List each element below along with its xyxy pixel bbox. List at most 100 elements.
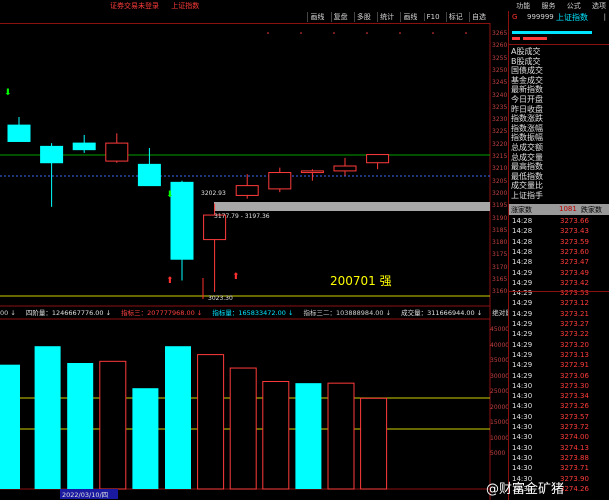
stat-menu-item[interactable]: B股成交 [511,57,541,66]
tick-time: 14:29 [512,330,533,339]
volume-bars [0,346,388,490]
title-bar: 证券交易未登录 上证指数 功能 服务 公式 选项 [0,0,609,11]
volume-bar[interactable] [327,382,355,490]
price-axis-label: 3260 [492,42,508,50]
volume-bar[interactable] [0,364,20,489]
candle[interactable] [40,143,64,207]
toolbar-mark-button[interactable]: 标记 [445,12,465,22]
tab-down-value: 1081 [559,205,577,213]
kline-chart[interactable]: ⬇ ⬇ ⬆ ⬆ 3202.93 3177.79 - 3197.36 3023.3… [0,23,508,500]
volume-axis-label: 45000 [490,326,510,333]
price-axis-label: 3225 [492,128,508,136]
volume-bar[interactable] [197,354,225,490]
stat-menu-item[interactable]: 最高指数 [511,162,543,171]
volume-bar[interactable] [67,363,94,489]
candle[interactable] [366,154,390,170]
volume-axis-label: 5000 [490,450,506,457]
index-title: 上证指数 [171,2,200,10]
toolbar-watchlist-button[interactable]: 自选 [469,12,488,22]
tick-price: 3273.90 [560,474,589,483]
tick-tabs[interactable]: 涨家数 1081 跌家数 [509,204,609,215]
toolbar-draw2-button[interactable]: 画线 [400,12,419,22]
tick-price: 3273.12 [560,299,589,308]
stat-menu-item[interactable]: 总成交量 [511,153,543,162]
progress-bar-red-2 [523,37,547,40]
stat-menu-item[interactable]: 最新指数 [511,85,543,94]
toolbar-draw-button[interactable]: 画线 [307,12,326,22]
candle-body [268,172,292,190]
volume-bar[interactable] [34,346,61,489]
tick-price: 3274.26 [560,484,589,493]
sidebar-separator [509,44,609,45]
menu-function[interactable]: 功能 [516,2,530,10]
menu-formula[interactable]: 公式 [567,2,581,10]
tick-price: 3273.47 [560,258,589,267]
toolbar-stats-button[interactable]: 统计 [377,12,396,22]
sidebar-header: G 999999 上证指数 | [509,11,609,25]
candle[interactable] [137,148,161,187]
tick-time: 14:29 [512,278,533,287]
candle-body [300,170,324,174]
main-menu: 功能 服务 公式 选项 [507,1,606,11]
volume-bar[interactable] [229,367,257,490]
volume-bar[interactable] [360,397,388,490]
volume-bar[interactable] [132,388,159,489]
tick-price: 3274.00 [560,433,589,442]
progress-bar-red-1 [512,37,520,40]
menu-options[interactable]: 选项 [592,2,606,10]
tick-time: 14:29 [512,268,533,277]
volume-axis-label: 40000 [490,341,510,349]
stat-menu-item[interactable]: 最低指数 [511,172,543,181]
stat-menu-item[interactable]: 基金成交 [511,76,543,85]
price-axis-label: 3175 [492,251,508,259]
volume-bar[interactable] [165,346,191,489]
toolbar-replay-button[interactable]: 复盘 [330,12,350,22]
candle[interactable] [7,116,31,142]
price-axis-label: 3250 [492,66,508,74]
window-title: 证券交易未登录 上证指数 [110,1,209,11]
volume-bar[interactable] [262,380,290,490]
indicator-info-bar: 00 ↓ 四阶量：1246667776.00 ↓ 指标三：207777968.0… [0,307,547,318]
volume-axis-label: 25000 [490,388,510,395]
stat-menu-item[interactable]: 上证指手 [511,191,543,200]
stat-menu-item[interactable]: 指数涨幅 [511,124,543,133]
toolbar-multi-button[interactable]: 多股 [353,12,373,22]
stat-menu-item[interactable]: 今日开盘 [511,95,543,104]
volume-bar[interactable] [295,383,322,489]
stat-menu-item[interactable]: 成交量比 [511,181,543,190]
candle-body [366,154,390,164]
tick-price: 3273.22 [560,330,589,339]
toolbar-f10-button[interactable]: F10 [423,13,442,21]
index-code: 999999 [527,13,554,21]
tick-time: 14:30 [512,412,533,421]
login-status[interactable]: 证券交易未登录 [110,2,159,10]
info-item-0: 00 ↓ [0,309,16,317]
tick-time: 14:30 [512,392,533,401]
price-axis-label: 3200 [492,189,508,197]
tick-price: 3274.13 [560,443,589,452]
tab-up-count[interactable]: 涨家数 [511,205,532,215]
tick-time: 14:30 [512,402,533,411]
candle[interactable] [300,169,324,181]
tick-price: 3273.26 [560,402,589,411]
volume-bar[interactable] [99,360,127,490]
candle[interactable] [333,157,357,176]
stat-menu-item[interactable]: A股成交 [511,47,540,56]
candle[interactable] [235,174,259,199]
tab-down-count[interactable]: 跌家数 [581,205,602,215]
candle[interactable] [72,134,96,153]
volume-axis-label: 30000 [490,372,510,380]
candle[interactable] [268,167,292,193]
range-label: 3177.79 - 3197.36 [214,213,270,220]
tick-price: 3273.43 [560,227,589,236]
stat-menu-item[interactable]: 指数振幅 [511,133,543,142]
index-name: 上证指数 [556,13,588,22]
candle[interactable] [105,133,129,163]
stat-menu-item[interactable]: 指数涨跌 [511,114,543,123]
menu-service[interactable]: 服务 [542,2,556,10]
stat-menu-item[interactable]: 总成交额 [511,143,543,152]
candle[interactable] [170,180,194,281]
stat-menu-item[interactable]: 国债成交 [511,66,543,75]
stat-menu-item[interactable]: 昨日收盘 [511,105,543,114]
tick-price: 3273.20 [560,340,589,349]
